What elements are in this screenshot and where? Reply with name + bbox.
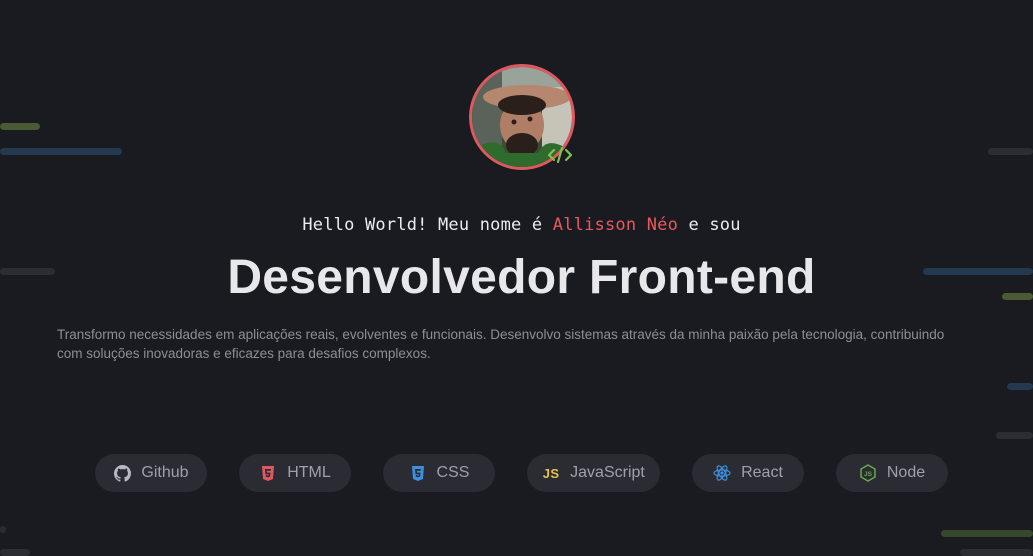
intro-line: Hello World! Meu nome é Allisson Néo e s…: [0, 215, 1033, 235]
tech-list: Github HTML CSS JS JavaScript React JS N…: [0, 454, 1033, 492]
decorative-line: [941, 530, 1033, 537]
tech-pill-javascript[interactable]: JS JavaScript: [527, 454, 660, 492]
decorative-line: [0, 123, 40, 130]
decorative-line: [960, 549, 1033, 556]
svg-text:JS: JS: [864, 471, 873, 478]
hero-description: Transformo necessidades em aplicações re…: [57, 327, 945, 361]
html5-icon: [259, 464, 277, 482]
tech-label: HTML: [287, 464, 331, 481]
javascript-icon: JS: [542, 465, 560, 481]
tech-label: CSS: [436, 464, 470, 481]
react-icon: [713, 464, 731, 482]
css3-icon: [409, 464, 427, 482]
decorative-line: [1007, 383, 1033, 390]
author-name: Allisson Néo: [552, 215, 679, 235]
tech-label: Github: [141, 464, 189, 481]
profile-avatar: [469, 64, 575, 170]
intro-suffix: e sou: [688, 215, 741, 235]
tech-label: React: [741, 464, 783, 481]
tech-label: JavaScript: [570, 464, 645, 481]
tech-pill-node[interactable]: JS Node: [836, 454, 948, 492]
tech-label: Node: [886, 464, 926, 481]
intro-prefix: Hello World! Meu nome é: [302, 215, 543, 235]
tech-pill-github[interactable]: Github: [95, 454, 207, 492]
tech-pill-html[interactable]: HTML: [239, 454, 351, 492]
decorative-line: [0, 148, 122, 155]
tech-pill-css[interactable]: CSS: [383, 454, 495, 492]
decorative-line: [996, 432, 1033, 439]
tech-pill-react[interactable]: React: [692, 454, 804, 492]
nodejs-icon: JS: [859, 464, 877, 482]
github-icon: [113, 464, 131, 482]
decorative-line: [0, 549, 30, 556]
page-title: Desenvolvedor Front-end: [227, 251, 816, 304]
decorative-line: [988, 148, 1033, 155]
decorative-line: [0, 526, 6, 533]
code-icon: [547, 146, 573, 164]
